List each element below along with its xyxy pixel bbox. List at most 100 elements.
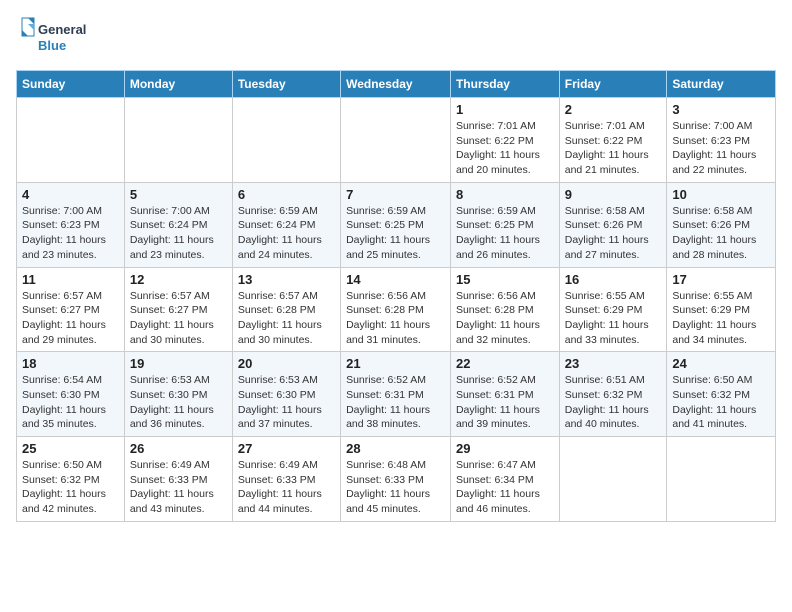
logo-svg: General Blue xyxy=(16,16,96,60)
day-info: Sunrise: 6:52 AM Sunset: 6:31 PM Dayligh… xyxy=(456,373,554,432)
day-number: 17 xyxy=(672,272,770,287)
day-info: Sunrise: 6:57 AM Sunset: 6:28 PM Dayligh… xyxy=(238,289,335,348)
day-number: 16 xyxy=(565,272,662,287)
day-info: Sunrise: 6:57 AM Sunset: 6:27 PM Dayligh… xyxy=(130,289,227,348)
day-number: 26 xyxy=(130,441,227,456)
day-info: Sunrise: 6:50 AM Sunset: 6:32 PM Dayligh… xyxy=(672,373,770,432)
day-number: 22 xyxy=(456,356,554,371)
calendar-cell: 14Sunrise: 6:56 AM Sunset: 6:28 PM Dayli… xyxy=(341,267,451,352)
calendar-cell: 6 Sunrise: 6:59 AM Sunset: 6:24 PM Daylig… xyxy=(232,182,340,267)
calendar-week-row: 18 Sunrise: 6:54 AM Sunset: 6:30 PM Dayli… xyxy=(17,352,776,437)
day-info: Sunrise: 6:48 AM Sunset: 6:33 PM Dayligh… xyxy=(346,458,445,517)
calendar-cell: 22 Sunrise: 6:52 AM Sunset: 6:31 PM Dayli… xyxy=(450,352,559,437)
calendar-cell xyxy=(667,437,776,522)
calendar-cell: 11 Sunrise: 6:57 AM Sunset: 6:27 PM Dayli… xyxy=(17,267,125,352)
calendar-cell xyxy=(124,98,232,183)
calendar-cell: 21 Sunrise: 6:52 AM Sunset: 6:31 PM Dayli… xyxy=(341,352,451,437)
calendar-cell: 3Sunrise: 7:00 AM Sunset: 6:23 PM Daylig… xyxy=(667,98,776,183)
calendar-cell: 10 Sunrise: 6:58 AM Sunset: 6:26 PM Dayli… xyxy=(667,182,776,267)
day-info: Sunrise: 6:54 AM Sunset: 6:30 PM Dayligh… xyxy=(22,373,119,432)
day-info: Sunrise: 6:52 AM Sunset: 6:31 PM Dayligh… xyxy=(346,373,445,432)
day-info: Sunrise: 6:53 AM Sunset: 6:30 PM Dayligh… xyxy=(130,373,227,432)
day-number: 21 xyxy=(346,356,445,371)
day-number: 27 xyxy=(238,441,335,456)
logo: General Blue xyxy=(16,16,96,60)
calendar-cell: 5Sunrise: 7:00 AM Sunset: 6:24 PM Daylig… xyxy=(124,182,232,267)
calendar-cell: 7 Sunrise: 6:59 AM Sunset: 6:25 PM Daylig… xyxy=(341,182,451,267)
day-number: 10 xyxy=(672,187,770,202)
day-info: Sunrise: 6:56 AM Sunset: 6:28 PM Dayligh… xyxy=(346,289,445,348)
weekday-header-wednesday: Wednesday xyxy=(341,71,451,98)
calendar-cell: 19 Sunrise: 6:53 AM Sunset: 6:30 PM Dayli… xyxy=(124,352,232,437)
calendar-cell: 9 Sunrise: 6:58 AM Sunset: 6:26 PM Daylig… xyxy=(559,182,667,267)
calendar-week-row: 4 Sunrise: 7:00 AM Sunset: 6:23 PM Daylig… xyxy=(17,182,776,267)
day-info: Sunrise: 6:59 AM Sunset: 6:25 PM Dayligh… xyxy=(456,204,554,263)
calendar-week-row: 11 Sunrise: 6:57 AM Sunset: 6:27 PM Dayli… xyxy=(17,267,776,352)
day-info: Sunrise: 6:59 AM Sunset: 6:24 PM Dayligh… xyxy=(238,204,335,263)
day-info: Sunrise: 6:49 AM Sunset: 6:33 PM Dayligh… xyxy=(130,458,227,517)
day-number: 11 xyxy=(22,272,119,287)
day-number: 15 xyxy=(456,272,554,287)
calendar-cell: 8 Sunrise: 6:59 AM Sunset: 6:25 PM Daylig… xyxy=(450,182,559,267)
weekday-header-row: SundayMondayTuesdayWednesdayThursdayFrid… xyxy=(17,71,776,98)
day-number: 25 xyxy=(22,441,119,456)
day-number: 12 xyxy=(130,272,227,287)
day-info: Sunrise: 6:55 AM Sunset: 6:29 PM Dayligh… xyxy=(672,289,770,348)
day-info: Sunrise: 6:47 AM Sunset: 6:34 PM Dayligh… xyxy=(456,458,554,517)
day-number: 6 xyxy=(238,187,335,202)
day-info: Sunrise: 7:00 AM Sunset: 6:23 PM Dayligh… xyxy=(672,119,770,178)
weekday-header-saturday: Saturday xyxy=(667,71,776,98)
day-number: 8 xyxy=(456,187,554,202)
calendar-week-row: 25 Sunrise: 6:50 AM Sunset: 6:32 PM Dayli… xyxy=(17,437,776,522)
day-info: Sunrise: 6:58 AM Sunset: 6:26 PM Dayligh… xyxy=(672,204,770,263)
day-number: 28 xyxy=(346,441,445,456)
day-number: 23 xyxy=(565,356,662,371)
calendar-cell xyxy=(559,437,667,522)
calendar-cell: 12 Sunrise: 6:57 AM Sunset: 6:27 PM Dayli… xyxy=(124,267,232,352)
day-info: Sunrise: 6:49 AM Sunset: 6:33 PM Dayligh… xyxy=(238,458,335,517)
page-header: General Blue xyxy=(16,16,776,60)
day-info: Sunrise: 6:51 AM Sunset: 6:32 PM Dayligh… xyxy=(565,373,662,432)
calendar-cell: 16Sunrise: 6:55 AM Sunset: 6:29 PM Dayli… xyxy=(559,267,667,352)
day-info: Sunrise: 7:00 AM Sunset: 6:23 PM Dayligh… xyxy=(22,204,119,263)
day-number: 1 xyxy=(456,102,554,117)
day-info: Sunrise: 6:59 AM Sunset: 6:25 PM Dayligh… xyxy=(346,204,445,263)
day-info: Sunrise: 6:58 AM Sunset: 6:26 PM Dayligh… xyxy=(565,204,662,263)
calendar-cell xyxy=(341,98,451,183)
calendar-week-row: 1 Sunrise: 7:01 AM Sunset: 6:22 PM Daylig… xyxy=(17,98,776,183)
day-number: 2 xyxy=(565,102,662,117)
weekday-header-friday: Friday xyxy=(559,71,667,98)
calendar-cell: 27 Sunrise: 6:49 AM Sunset: 6:33 PM Dayli… xyxy=(232,437,340,522)
calendar-cell: 2 Sunrise: 7:01 AM Sunset: 6:22 PM Daylig… xyxy=(559,98,667,183)
day-number: 18 xyxy=(22,356,119,371)
calendar-cell: 20Sunrise: 6:53 AM Sunset: 6:30 PM Dayli… xyxy=(232,352,340,437)
day-info: Sunrise: 6:56 AM Sunset: 6:28 PM Dayligh… xyxy=(456,289,554,348)
calendar-table: SundayMondayTuesdayWednesdayThursdayFrid… xyxy=(16,70,776,522)
day-info: Sunrise: 7:01 AM Sunset: 6:22 PM Dayligh… xyxy=(565,119,662,178)
calendar-cell xyxy=(232,98,340,183)
day-info: Sunrise: 7:01 AM Sunset: 6:22 PM Dayligh… xyxy=(456,119,554,178)
day-number: 24 xyxy=(672,356,770,371)
calendar-cell: 26 Sunrise: 6:49 AM Sunset: 6:33 PM Dayli… xyxy=(124,437,232,522)
day-info: Sunrise: 6:50 AM Sunset: 6:32 PM Dayligh… xyxy=(22,458,119,517)
day-info: Sunrise: 7:00 AM Sunset: 6:24 PM Dayligh… xyxy=(130,204,227,263)
calendar-cell: 1 Sunrise: 7:01 AM Sunset: 6:22 PM Daylig… xyxy=(450,98,559,183)
calendar-cell xyxy=(17,98,125,183)
weekday-header-sunday: Sunday xyxy=(17,71,125,98)
calendar-cell: 17 Sunrise: 6:55 AM Sunset: 6:29 PM Dayli… xyxy=(667,267,776,352)
calendar-cell: 13Sunrise: 6:57 AM Sunset: 6:28 PM Dayli… xyxy=(232,267,340,352)
day-number: 29 xyxy=(456,441,554,456)
calendar-cell: 25 Sunrise: 6:50 AM Sunset: 6:32 PM Dayli… xyxy=(17,437,125,522)
day-number: 7 xyxy=(346,187,445,202)
svg-text:Blue: Blue xyxy=(38,38,66,53)
calendar-cell: 15 Sunrise: 6:56 AM Sunset: 6:28 PM Dayli… xyxy=(450,267,559,352)
weekday-header-tuesday: Tuesday xyxy=(232,71,340,98)
svg-text:General: General xyxy=(38,22,86,37)
day-number: 19 xyxy=(130,356,227,371)
calendar-cell: 4 Sunrise: 7:00 AM Sunset: 6:23 PM Daylig… xyxy=(17,182,125,267)
day-info: Sunrise: 6:57 AM Sunset: 6:27 PM Dayligh… xyxy=(22,289,119,348)
calendar-cell: 24 Sunrise: 6:50 AM Sunset: 6:32 PM Dayli… xyxy=(667,352,776,437)
day-number: 20 xyxy=(238,356,335,371)
day-number: 9 xyxy=(565,187,662,202)
day-number: 4 xyxy=(22,187,119,202)
